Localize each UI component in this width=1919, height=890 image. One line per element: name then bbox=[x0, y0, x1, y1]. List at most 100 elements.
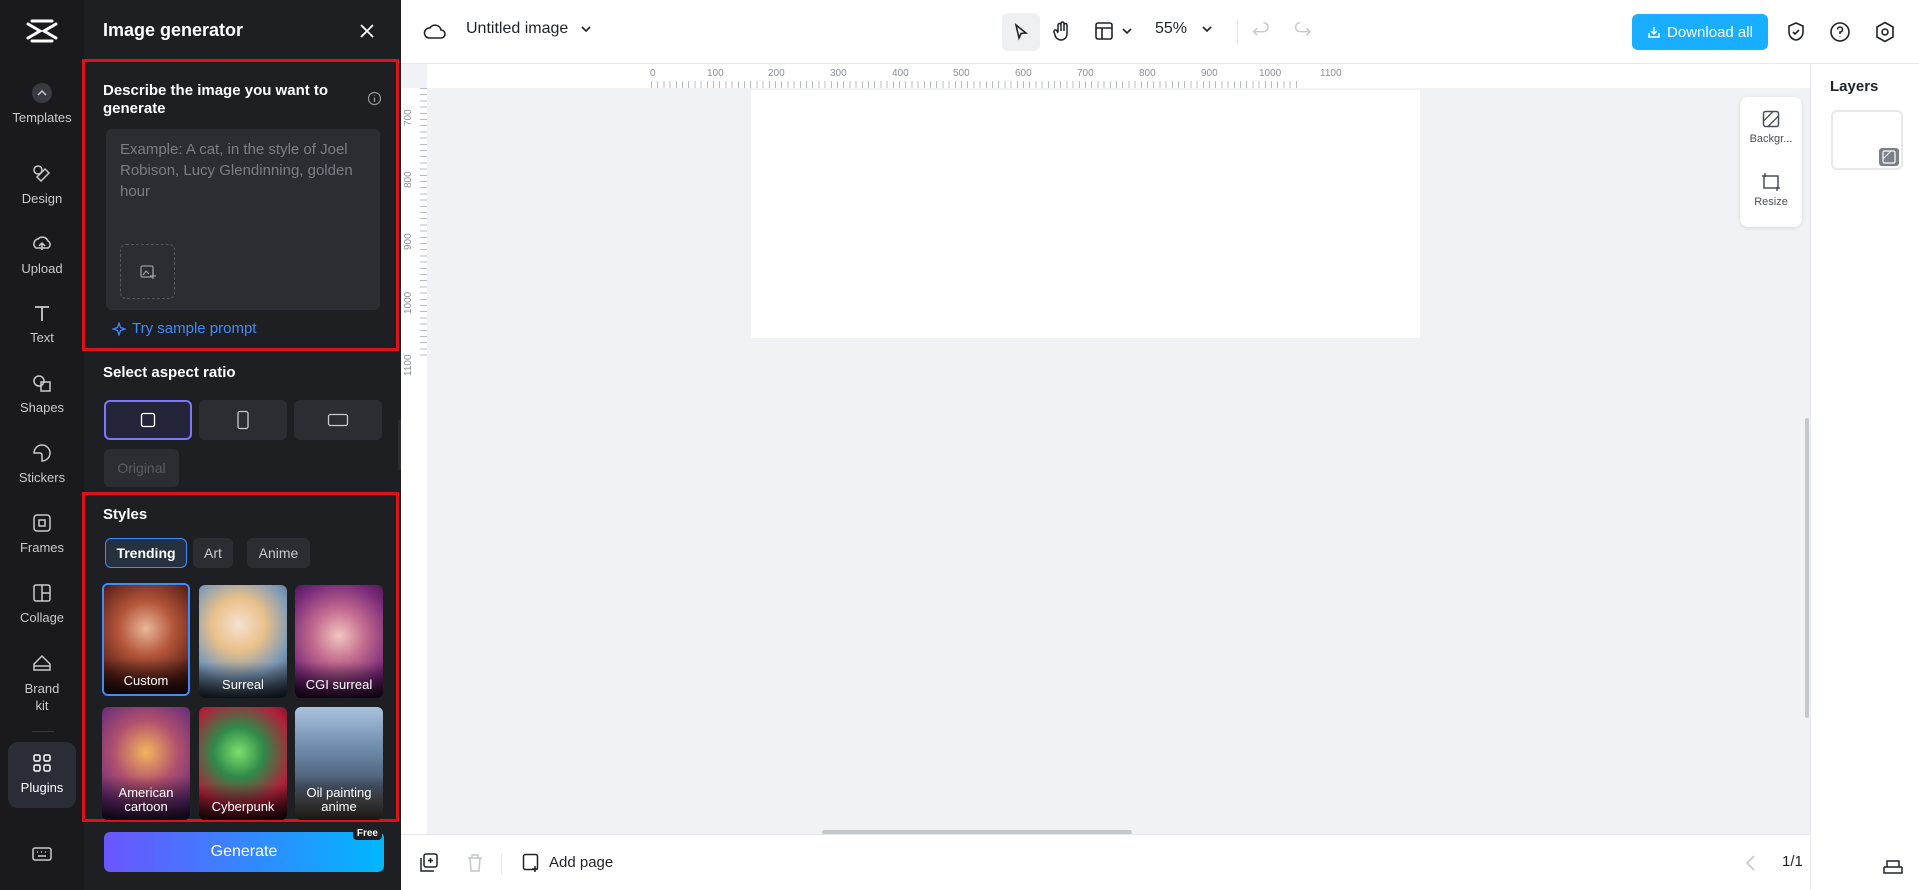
rail-label: Brand kit bbox=[24, 681, 60, 713]
rail-label: Plugins bbox=[20, 780, 64, 795]
info-icon[interactable] bbox=[367, 91, 382, 106]
ruler-tick-label: 1100 bbox=[1320, 68, 1342, 79]
rail-label: Collage bbox=[19, 610, 65, 625]
tab-anime[interactable]: Anime bbox=[247, 538, 310, 568]
add-page-button[interactable]: Add page bbox=[521, 852, 613, 872]
tab-trending[interactable]: Trending bbox=[105, 538, 187, 568]
ratio-portrait-button[interactable] bbox=[199, 400, 287, 440]
ratio-original-button[interactable]: Original bbox=[104, 449, 179, 487]
vertical-scrollbar[interactable] bbox=[1805, 418, 1809, 718]
plugins-icon bbox=[33, 754, 51, 772]
select-tool-button[interactable] bbox=[1002, 13, 1040, 51]
keyboard-icon[interactable] bbox=[30, 842, 54, 866]
delete-page-icon[interactable] bbox=[463, 851, 487, 875]
sample-prompt-label: Try sample prompt bbox=[132, 320, 257, 337]
generate-button[interactable]: Generate Free bbox=[104, 827, 384, 872]
rail-item-frames[interactable]: Frames bbox=[0, 512, 84, 574]
resize-label: Resize bbox=[1754, 196, 1788, 208]
rail-item-brand-kit[interactable]: Brand kit bbox=[0, 652, 84, 722]
style-card-oil-painting-anime[interactable]: Oil painting anime bbox=[295, 707, 383, 820]
vertical-ruler: 700 800 900 1000 1100 bbox=[401, 88, 427, 834]
ruler-tick-label: 800 bbox=[403, 171, 414, 188]
ruler-tick-label: 1100 bbox=[403, 354, 414, 376]
rail-item-templates[interactable]: Templates bbox=[0, 82, 84, 144]
rail-item-plugins[interactable]: Plugins bbox=[8, 742, 76, 808]
cloud-save-icon[interactable] bbox=[423, 20, 447, 44]
layout-dropdown[interactable] bbox=[1093, 20, 1133, 42]
rail-item-shapes[interactable]: Shapes bbox=[0, 372, 84, 434]
style-label: Cyberpunk bbox=[199, 784, 287, 820]
cursor-icon bbox=[1014, 22, 1029, 41]
chevron-down-icon bbox=[1202, 26, 1212, 33]
generate-label: Generate bbox=[210, 843, 278, 860]
rail-item-text[interactable]: Text bbox=[0, 302, 84, 364]
redo-icon[interactable] bbox=[1292, 20, 1316, 44]
style-card-cgi-surreal[interactable]: CGI surreal bbox=[295, 585, 383, 698]
style-card-surreal[interactable]: Surreal bbox=[199, 585, 287, 698]
portrait-ratio-icon bbox=[237, 410, 249, 430]
style-label: Surreal bbox=[199, 662, 287, 698]
add-image-icon bbox=[139, 264, 156, 279]
help-icon[interactable] bbox=[1828, 20, 1852, 44]
rail-item-design[interactable]: Design bbox=[0, 163, 84, 225]
frames-icon bbox=[33, 514, 51, 532]
previous-page-icon[interactable] bbox=[1739, 851, 1763, 875]
resize-button[interactable]: Resize bbox=[1740, 172, 1802, 208]
style-card-custom[interactable]: Custom bbox=[102, 583, 190, 696]
duplicate-page-icon[interactable] bbox=[417, 851, 441, 875]
prompt-placeholder: Example: A cat, in the style of Joel Rob… bbox=[120, 141, 353, 200]
ruler-tick-label: 1000 bbox=[1259, 68, 1282, 79]
styles-title: Styles bbox=[103, 506, 148, 523]
rail-label: Frames bbox=[19, 540, 65, 555]
square-ratio-icon bbox=[140, 412, 156, 428]
document-title-dropdown[interactable]: Untitled image bbox=[466, 20, 592, 38]
download-all-button[interactable]: Download all bbox=[1632, 14, 1768, 50]
canvas-page[interactable] bbox=[751, 90, 1420, 338]
collage-icon bbox=[33, 584, 51, 602]
templates-icon bbox=[32, 83, 52, 103]
prompt-input[interactable]: Example: A cat, in the style of Joel Rob… bbox=[106, 129, 380, 310]
layers-panel: Layers bbox=[1810, 64, 1919, 890]
ratio-landscape-button[interactable] bbox=[294, 400, 382, 440]
bottom-divider bbox=[501, 853, 502, 875]
rail-item-collage[interactable]: Collage bbox=[0, 582, 84, 644]
close-icon[interactable] bbox=[356, 20, 378, 42]
layout-icon bbox=[1095, 22, 1113, 40]
capcut-logo[interactable] bbox=[24, 18, 60, 44]
image-upload-button[interactable] bbox=[120, 244, 175, 299]
ratio-square-button[interactable] bbox=[104, 400, 192, 440]
style-label: Custom bbox=[104, 658, 188, 694]
ruler-tick-label: 300 bbox=[830, 68, 847, 79]
style-card-cyberpunk[interactable]: Cyberpunk bbox=[199, 707, 287, 820]
ruler-tick-label: 600 bbox=[1015, 68, 1032, 79]
try-sample-prompt-link[interactable]: Try sample prompt bbox=[112, 320, 256, 337]
canvas-area[interactable]: 0 100 200 300 400 500 600 700 800 900 10… bbox=[401, 64, 1810, 834]
ruler-tick-label: 200 bbox=[768, 68, 785, 79]
layers-stack-icon[interactable] bbox=[1881, 854, 1905, 878]
page-indicator: 1/1 bbox=[1782, 853, 1803, 870]
style-label: CGI surreal bbox=[295, 662, 383, 698]
rail-divider bbox=[32, 731, 54, 732]
ruler-tick-label: 900 bbox=[1201, 68, 1218, 79]
ruler-tick-label: 100 bbox=[707, 68, 724, 79]
floating-toolbar: Backgr... Resize bbox=[1740, 97, 1802, 227]
ruler-ticks bbox=[420, 88, 427, 358]
ruler-tick-label: 700 bbox=[1077, 68, 1094, 79]
rail-label: Design bbox=[21, 191, 63, 206]
layer-thumbnail[interactable] bbox=[1831, 110, 1903, 170]
tab-art[interactable]: Art bbox=[193, 538, 233, 568]
ruler-tick-label: 500 bbox=[953, 68, 970, 79]
rail-item-upload[interactable]: Upload bbox=[0, 233, 84, 295]
rail-label: Stickers bbox=[18, 470, 66, 485]
style-label: American cartoon bbox=[102, 776, 190, 820]
background-layer-badge bbox=[1879, 148, 1899, 166]
style-card-american-cartoon[interactable]: American cartoon bbox=[102, 707, 190, 820]
settings-icon[interactable] bbox=[1873, 20, 1897, 44]
undo-icon[interactable] bbox=[1250, 20, 1274, 44]
shield-icon[interactable] bbox=[1784, 20, 1808, 44]
background-button[interactable]: Backgr... bbox=[1740, 109, 1802, 145]
hand-icon[interactable] bbox=[1050, 20, 1074, 44]
horizontal-ruler: 0 100 200 300 400 500 600 700 800 900 10… bbox=[427, 64, 1810, 88]
zoom-dropdown[interactable]: 55% bbox=[1155, 20, 1213, 38]
rail-item-stickers[interactable]: Stickers bbox=[0, 442, 84, 504]
